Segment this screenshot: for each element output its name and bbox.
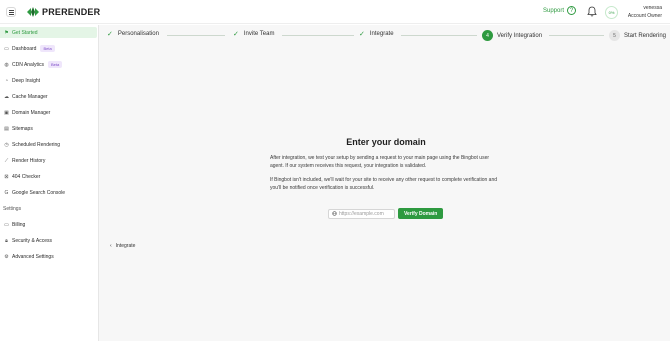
- sidebar-item-label: Deep Insight: [12, 77, 41, 84]
- sidebar-item-billing[interactable]: ▭ Billing: [0, 219, 97, 230]
- sidebar-item-label: Sitemaps: [12, 125, 33, 132]
- domain-form: Verify Domain: [328, 208, 444, 219]
- step-label: Invite Team: [243, 31, 275, 37]
- error-icon: ⊠: [4, 173, 9, 180]
- logo-text: PRERENDER: [42, 7, 101, 17]
- step-number: 5: [609, 30, 620, 41]
- flag-icon: ⚑: [4, 29, 9, 36]
- step-connector: [167, 35, 225, 36]
- support-link[interactable]: Support ?: [543, 6, 577, 15]
- sidebar-item-label: Scheduled Rendering: [12, 141, 61, 148]
- step-integrate[interactable]: ✓ Integrate: [359, 30, 394, 38]
- step-invite-team[interactable]: ✓ Invite Team: [233, 30, 274, 38]
- onboarding-stepper: ✓ Personalisation ✓ Invite Team ✓ Integr…: [99, 25, 670, 45]
- check-icon: ✓: [359, 31, 365, 38]
- description-paragraph: If Bingbot isn't included, we'll wait fo…: [270, 177, 498, 191]
- sidebar-item-label: Get Started: [12, 29, 38, 36]
- sidebar-item-dashboard[interactable]: ▭ Dashboard Beta: [0, 43, 97, 54]
- sidebar-item-label: Domain Manager: [12, 109, 51, 116]
- sidebar: ⚑ Get Started ▭ Dashboard Beta ◍ CDN Ana…: [0, 25, 99, 341]
- sidebar-item-render-history[interactable]: ⟋ Render History: [0, 155, 97, 166]
- check-icon: ✓: [233, 31, 239, 38]
- step-connector: [282, 35, 354, 36]
- sidebar-item-google-search-console[interactable]: G Google Search Console: [0, 187, 97, 198]
- user-name: venessa: [643, 5, 662, 11]
- step-connector: [401, 35, 477, 36]
- back-link-label: Integrate: [115, 243, 136, 249]
- sidebar-item-cdn-analytics[interactable]: ◍ CDN Analytics Beta: [0, 59, 97, 70]
- hamburger-menu-icon[interactable]: [6, 7, 16, 17]
- card-icon: ▭: [4, 221, 9, 228]
- sidebar-item-domain-manager[interactable]: ▣ Domain Manager: [0, 107, 97, 118]
- step-label: Verify Integration: [497, 32, 543, 39]
- check-icon: ✓: [107, 31, 113, 38]
- beta-badge: Beta: [47, 61, 63, 68]
- sidebar-item-label: Security & Access: [12, 237, 53, 244]
- top-bar: PRERENDER Support ? 0% venessa Account O…: [0, 0, 670, 24]
- sidebar-item-scheduled-rendering[interactable]: ◷ Scheduled Rendering: [0, 139, 97, 150]
- sidebar-item-label: Cache Manager: [12, 93, 48, 100]
- dashboard-icon: ▭: [4, 45, 9, 52]
- help-icon: ?: [567, 6, 577, 15]
- sidebar-item-sitemaps[interactable]: ▤ Sitemaps: [0, 123, 97, 134]
- monitor-icon: ▣: [4, 109, 9, 116]
- step-label: Integrate: [369, 31, 394, 37]
- beta-badge: Beta: [40, 45, 55, 52]
- settings-section-label: Settings: [3, 206, 22, 212]
- back-link[interactable]: ‹ Integrate: [110, 243, 135, 249]
- main-content: ✓ Personalisation ✓ Invite Team ✓ Integr…: [99, 25, 670, 341]
- sidebar-item-cache-manager[interactable]: ☁ Cache Manager: [0, 91, 97, 102]
- globe-icon: [332, 211, 337, 216]
- prerender-logo-icon: [27, 7, 39, 17]
- gear-icon: ⚙: [4, 253, 9, 260]
- step-start-rendering[interactable]: 5 Start Rendering: [609, 30, 666, 41]
- sidebar-item-security-access[interactable]: 🔒︎ Security & Access: [0, 235, 97, 246]
- sidebar-item-label: Render History: [12, 157, 46, 164]
- verify-domain-panel: Enter your domain After integration, we …: [270, 137, 502, 198]
- sidebar-item-label: Dashboard: [12, 45, 37, 52]
- clock-icon: ◷: [4, 141, 9, 148]
- description-paragraph: After integration, we test your setup by…: [270, 155, 490, 169]
- sidebar-item-label: Billing: [12, 221, 26, 228]
- support-label: Support: [543, 7, 565, 14]
- step-number: 4: [482, 30, 493, 41]
- sidebar-item-get-started[interactable]: ⚑ Get Started: [0, 27, 97, 38]
- domain-field[interactable]: [328, 208, 395, 219]
- step-connector: [549, 35, 604, 36]
- cloud-icon: ☁: [4, 93, 9, 100]
- user-role: Account Owner: [627, 13, 662, 19]
- sidebar-item-label: Advanced Settings: [12, 253, 54, 260]
- sidebar-item-label: 404 Checker: [12, 173, 41, 180]
- verify-domain-button[interactable]: Verify Domain: [398, 208, 444, 219]
- step-personalisation[interactable]: ✓ Personalisation: [107, 30, 159, 38]
- step-verify-integration[interactable]: 4 Verify Integration: [482, 30, 542, 41]
- sidebar-item-advanced-settings[interactable]: ⚙ Advanced Settings: [0, 251, 97, 262]
- sitemap-icon: ▤: [4, 125, 9, 132]
- google-icon: G: [4, 189, 9, 196]
- logo[interactable]: PRERENDER: [27, 6, 100, 18]
- user-menu[interactable]: venessa Account Owner: [628, 4, 662, 20]
- globe-icon: ◍: [4, 61, 9, 68]
- step-label: Personalisation: [117, 31, 159, 37]
- sidebar-item-404-checker[interactable]: ⊠ 404 Checker: [0, 171, 97, 182]
- domain-input[interactable]: [339, 210, 394, 217]
- insight-icon: ◔: [4, 77, 9, 84]
- chart-icon: ⟋: [4, 157, 9, 164]
- lock-icon: 🔒︎: [5, 237, 8, 244]
- bell-icon[interactable]: [587, 6, 597, 17]
- progress-indicator[interactable]: 0%: [605, 6, 618, 19]
- chevron-left-icon: ‹: [110, 243, 112, 249]
- sidebar-item-label: CDN Analytics: [12, 61, 44, 68]
- sidebar-item-deep-insight[interactable]: ◔ Deep Insight: [0, 75, 97, 86]
- step-label: Start Rendering: [624, 32, 667, 39]
- sidebar-item-label: Google Search Console: [12, 189, 66, 196]
- page-title: Enter your domain: [346, 137, 426, 147]
